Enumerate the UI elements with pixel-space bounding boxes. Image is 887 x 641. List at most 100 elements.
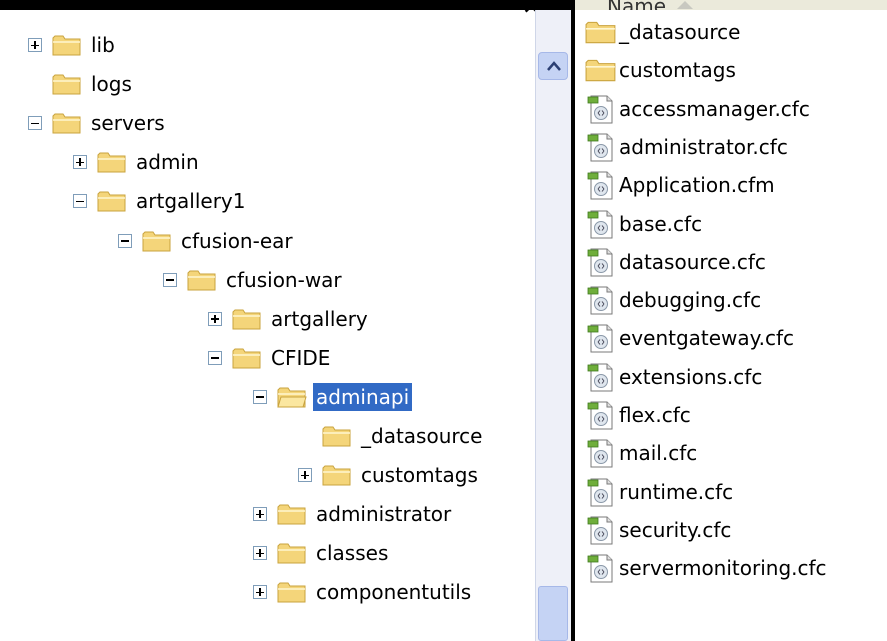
collapse-icon[interactable] [28, 116, 42, 131]
tree-item[interactable]: logs [28, 67, 135, 101]
folder-open-icon [277, 387, 307, 408]
tree-item-label: lib [91, 33, 115, 57]
cfc-file-icon [587, 171, 613, 200]
file-list-pane[interactable]: _datasource customtags accessmanager.cfc ad… [575, 10, 887, 641]
cfc-file-icon [587, 286, 613, 315]
expand-icon[interactable] [253, 585, 267, 600]
list-item-label: eventgateway.cfc [619, 326, 795, 351]
scroll-thumb[interactable] [538, 586, 568, 641]
cfc-file-icon [587, 210, 613, 238]
folder-icon [322, 426, 351, 447]
cfc-file-icon [587, 554, 613, 583]
list-item-label: _datasource [619, 20, 741, 44]
tree-item-label: cfusion-war [226, 267, 342, 292]
collapse-icon[interactable] [253, 389, 267, 404]
expand-icon[interactable] [253, 507, 267, 522]
sort-ascending-icon [677, 1, 693, 9]
list-item[interactable]: runtime.cfc [585, 474, 733, 510]
cfc-file-icon [587, 248, 613, 277]
cfc-file-icon [587, 401, 613, 430]
expand-icon[interactable] [253, 546, 267, 561]
collapse-icon[interactable] [118, 233, 132, 248]
list-item-label: Application.cfm [619, 173, 775, 198]
tree-item[interactable]: classes [253, 536, 391, 570]
tree-item[interactable]: customtags [298, 458, 481, 492]
folder-icon [585, 60, 616, 82]
chevron-up-icon [547, 61, 561, 71]
tree-item-label: CFIDE [271, 345, 331, 370]
collapse-icon[interactable] [73, 194, 87, 209]
tree-item[interactable]: admin [73, 145, 202, 179]
folder-icon [97, 191, 126, 212]
list-item[interactable]: accessmanager.cfc [585, 91, 810, 127]
list-item[interactable]: flex.cfc [585, 397, 691, 433]
list-item[interactable]: datasource.cfc [585, 244, 766, 280]
list-item[interactable]: _datasource [585, 14, 740, 50]
list-item[interactable]: base.cfc [585, 206, 702, 242]
tree-item[interactable]: servers [28, 106, 168, 140]
tree-item[interactable]: administrator [253, 497, 454, 531]
cfc-file-icon [587, 439, 613, 468]
expand-icon[interactable] [208, 311, 222, 326]
folder-icon [142, 231, 171, 251]
list-item-label: administrator.cfc [619, 134, 788, 159]
list-item-label: base.cfc [619, 211, 703, 236]
explorer-window: fi liblogsserversadminartgallery1cfusion… [0, 0, 887, 641]
folder-icon [97, 152, 126, 173]
tree-item[interactable]: cfusion-war [163, 263, 345, 297]
list-item-label: flex.cfc [619, 403, 691, 427]
list-item-label: security.cfc [619, 517, 732, 542]
expand-icon[interactable] [298, 468, 312, 483]
list-item[interactable]: customtags [585, 52, 736, 88]
list-item-label: runtime.cfc [619, 479, 734, 504]
tree-item[interactable]: lib [28, 28, 118, 62]
list-item-label: servermonitoring.cfc [619, 556, 827, 581]
tree-item-label: servers [91, 111, 165, 136]
expand-icon[interactable] [28, 38, 42, 52]
folder-icon [585, 21, 616, 44]
tree-item[interactable]: artgallery1 [73, 184, 248, 218]
cfc-file-icon [587, 133, 613, 162]
folder-icon [232, 348, 261, 369]
tree-item-label: artgallery [271, 306, 368, 331]
list-item[interactable]: servermonitoring.cfc [585, 550, 827, 586]
list-item-label: accessmanager.cfc [619, 96, 810, 121]
tree-item-label: adminapi [313, 382, 413, 411]
list-item-label: mail.cfc [619, 441, 698, 466]
list-item-label: extensions.cfc [619, 364, 763, 389]
list-item-label: customtags [619, 58, 736, 83]
tree-item-label: classes [316, 541, 389, 566]
list-item-label: datasource.cfc [619, 249, 766, 274]
cfc-file-icon [587, 324, 613, 353]
list-item-label: debugging.cfc [619, 288, 762, 313]
scroll-up-button[interactable] [538, 52, 568, 80]
list-item[interactable]: mail.cfc [585, 435, 697, 471]
folder-icon [52, 74, 81, 95]
folder-icon [277, 582, 306, 603]
tree-vertical-scrollbar[interactable] [535, 10, 571, 641]
tree-item-label: artgallery1 [136, 189, 246, 214]
tree-item[interactable]: cfusion-ear [118, 224, 296, 258]
folder-tree-pane[interactable]: lib logs servers admin artgallery1 cfusion-ea… [0, 10, 535, 641]
tree-item[interactable]: CFIDE [208, 341, 333, 375]
folder-icon [232, 309, 261, 330]
tree-item-label: _datasource [361, 424, 483, 448]
list-item[interactable]: eventgateway.cfc [585, 320, 794, 356]
tree-item[interactable]: _datasource [298, 419, 485, 453]
folder-icon [52, 35, 81, 56]
list-item[interactable]: debugging.cfc [585, 282, 761, 318]
list-item[interactable]: Application.cfm [585, 167, 775, 203]
tree-item-label: logs [91, 72, 132, 97]
list-item[interactable]: security.cfc [585, 512, 731, 548]
tree-item-label: componentutils [316, 580, 472, 605]
collapse-icon[interactable] [208, 350, 222, 365]
cfc-file-icon [587, 516, 613, 545]
folder-icon [52, 113, 81, 134]
list-item[interactable]: extensions.cfc [585, 359, 762, 395]
tree-item[interactable]: artgallery [208, 302, 371, 336]
tree-item[interactable]: adminapi [253, 380, 413, 414]
collapse-icon[interactable] [163, 272, 177, 287]
list-item[interactable]: administrator.cfc [585, 129, 788, 165]
expand-icon[interactable] [73, 155, 87, 170]
tree-item[interactable]: componentutils [253, 575, 474, 609]
